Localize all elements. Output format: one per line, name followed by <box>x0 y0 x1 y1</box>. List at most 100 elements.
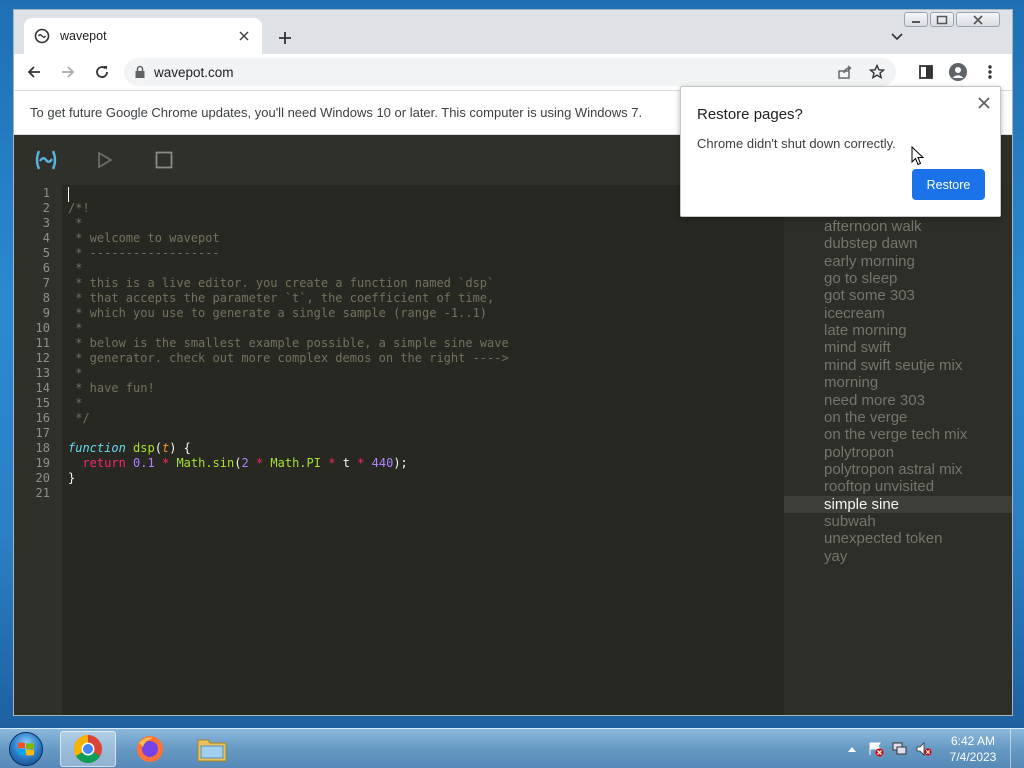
demo-item[interactable]: morning <box>784 374 1012 391</box>
network-icon[interactable] <box>891 740 909 758</box>
forward-button[interactable] <box>54 58 82 86</box>
demo-item[interactable]: dubstep dawn <box>784 235 1012 252</box>
line-number: 6 <box>42 261 50 275</box>
line-number: 10 <box>35 321 50 335</box>
system-tray: 6:42 AM 7/4/2023 <box>840 729 1024 768</box>
demo-item[interactable]: polytropon astral mix <box>784 461 1012 478</box>
demo-item[interactable]: need more 303 <box>784 392 1012 409</box>
close-window-button[interactable] <box>956 12 1000 27</box>
demo-item[interactable]: mind swift seutje mix <box>784 357 1012 374</box>
minimize-icon <box>912 20 920 23</box>
demo-list: afternoon walk dubstep dawn early morning g… <box>784 185 1012 715</box>
share-button[interactable] <box>832 59 858 85</box>
volume-muted-icon[interactable] <box>915 740 933 758</box>
line-number: 11 <box>35 336 50 350</box>
line-number: 17 <box>35 426 50 440</box>
arrow-left-icon <box>27 66 40 78</box>
demo-item[interactable]: got some 303 <box>784 287 1012 304</box>
taskbar-clock[interactable]: 6:42 AM 7/4/2023 <box>942 733 1004 765</box>
comment-line: * <box>68 366 83 380</box>
address-bar[interactable]: wavepot.com <box>124 58 896 86</box>
avatar-icon <box>949 63 967 81</box>
dialog-close-button[interactable] <box>976 95 992 111</box>
folder-icon <box>197 739 227 762</box>
close-icon <box>978 97 990 109</box>
demo-item[interactable]: rooftop unvisited <box>784 478 1012 495</box>
close-icon <box>973 14 983 25</box>
comment-line: * <box>68 321 83 335</box>
profile-button[interactable] <box>944 58 972 86</box>
line-number: 12 <box>35 351 50 365</box>
tab-close-button[interactable] <box>236 28 252 44</box>
chevron-down-icon <box>891 33 903 41</box>
demo-item[interactable]: go to sleep <box>784 270 1012 287</box>
show-desktop-button[interactable] <box>1010 729 1024 768</box>
comment-line: * welcome to wavepot <box>68 231 220 245</box>
demo-item[interactable]: simple sine <box>784 495 1012 513</box>
demo-item[interactable]: subwah <box>784 513 1012 530</box>
comment-line: * this is a live editor. you create a fu… <box>68 276 495 290</box>
function-param: t <box>161 441 170 455</box>
demo-item[interactable]: on the verge tech mix <box>784 426 1012 443</box>
taskbar-firefox[interactable] <box>122 731 178 767</box>
new-tab-button[interactable] <box>274 27 296 49</box>
demo-item[interactable]: unexpected token <box>784 530 1012 547</box>
kebab-menu-icon <box>988 65 992 79</box>
comment-line: * which you use to generate a single sam… <box>68 306 488 320</box>
play-button[interactable] <box>91 147 119 173</box>
comment-line: * have fun! <box>68 381 155 395</box>
stop-button[interactable] <box>150 147 178 173</box>
code-line-18[interactable]: function dsp(t) { <box>68 441 191 456</box>
arrow-right-icon <box>62 66 75 78</box>
line-number: 9 <box>42 306 50 320</box>
line-number: 20 <box>35 471 50 485</box>
taskbar-explorer[interactable] <box>184 731 240 767</box>
back-button[interactable] <box>20 58 48 86</box>
comment-line: * <box>68 261 83 275</box>
maximize-button[interactable] <box>930 12 954 27</box>
line-number: 14 <box>35 381 50 395</box>
keyword-return: return <box>82 456 126 470</box>
dialog-title: Restore pages? <box>697 106 803 123</box>
tab-wavepot[interactable]: wavepot <box>24 18 262 54</box>
reload-button[interactable] <box>88 58 116 86</box>
wavepot-logo-button[interactable] <box>32 147 60 173</box>
line-number: 7 <box>42 276 50 290</box>
code-line-20[interactable]: } <box>68 471 75 486</box>
menu-button[interactable] <box>976 58 1004 86</box>
chrome-icon <box>74 735 102 763</box>
demo-item[interactable]: afternoon walk <box>784 218 1012 235</box>
close-icon <box>239 31 249 41</box>
demo-item[interactable]: yay <box>784 548 1012 565</box>
action-center-icon[interactable] <box>867 740 885 758</box>
amplitude-value: 0.1 <box>133 456 155 470</box>
plus-icon <box>279 32 291 44</box>
demo-item[interactable]: late morning <box>784 322 1012 339</box>
chevron-up-icon <box>848 747 856 752</box>
mouse-pointer-icon <box>911 146 925 166</box>
comment-line: /*! <box>68 201 90 215</box>
show-hidden-icons-button[interactable] <box>843 740 861 758</box>
function-name: dsp <box>133 441 155 455</box>
side-panel-button[interactable] <box>912 58 940 86</box>
line-number: 4 <box>42 231 50 245</box>
minimize-button[interactable] <box>904 12 928 27</box>
side-panel-icon <box>919 65 933 79</box>
bookmark-button[interactable] <box>864 59 890 85</box>
tab-search-button[interactable] <box>888 28 906 46</box>
demo-item[interactable]: icecream <box>784 305 1012 322</box>
demo-item[interactable]: polytropon <box>784 444 1012 461</box>
code-line-19[interactable]: return 0.1 * Math.sin(2 * Math.PI * t * … <box>68 456 407 471</box>
restore-button[interactable]: Restore <box>912 169 985 200</box>
demo-item[interactable]: mind swift <box>784 339 1012 356</box>
start-button[interactable] <box>4 731 48 767</box>
reload-icon <box>96 66 108 78</box>
demo-item[interactable]: on the verge <box>784 409 1012 426</box>
taskbar-chrome[interactable] <box>60 731 116 767</box>
comment-line: * ------------------ <box>68 246 220 260</box>
demo-item[interactable]: early morning <box>784 253 1012 270</box>
comment-line: * below is the smallest example possible… <box>68 336 509 350</box>
firefox-icon <box>137 736 163 762</box>
comment-line: * <box>68 216 83 230</box>
restore-down-icon <box>936 15 948 24</box>
